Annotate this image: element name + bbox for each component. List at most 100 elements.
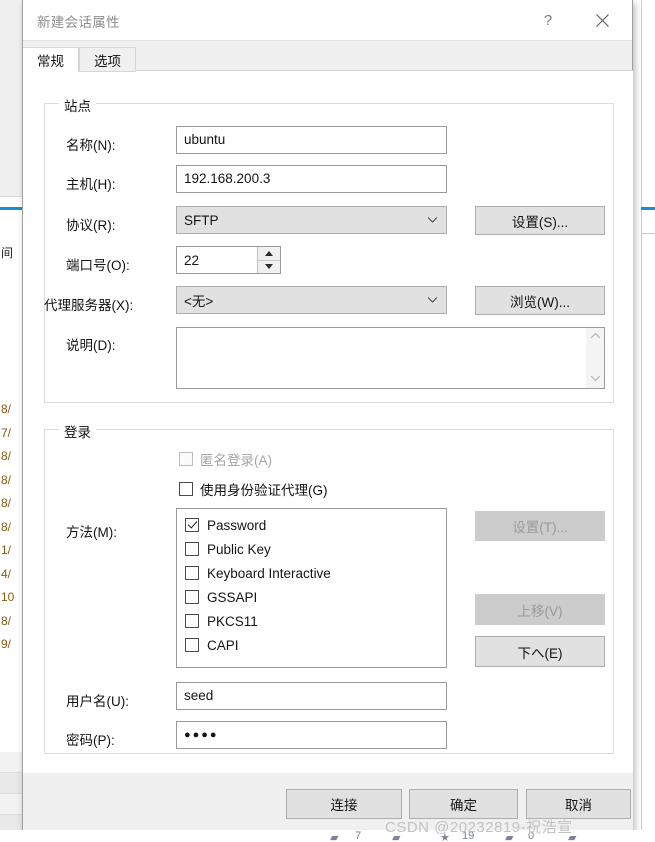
move-down-button[interactable]: 下へ(E) [475, 636, 605, 667]
login-group-title: 登录 [59, 421, 96, 441]
list-item-label: Public Key [207, 542, 271, 557]
list-item-label: GSSAPI [207, 590, 257, 605]
host-label: 主机(H): [66, 173, 116, 193]
method-settings-button[interactable]: 设置(T)... [475, 511, 605, 541]
question-mark-icon: ? [544, 12, 552, 29]
anonymous-login-checkbox[interactable]: 匿名登录(A) [179, 449, 272, 469]
proxy-value: <无> [184, 290, 213, 310]
list-item[interactable]: Public Key [177, 537, 446, 561]
thumbs-up-icon[interactable]: ▰ [330, 831, 338, 842]
description-textarea[interactable] [176, 327, 605, 389]
background-bottom-row [0, 794, 22, 815]
connect-button[interactable]: 连接 [286, 789, 402, 819]
triangle-up-icon [265, 251, 273, 256]
ok-button[interactable]: 确定 [409, 789, 518, 819]
username-label: 用户名(U): [66, 690, 129, 710]
password-label: 密码(P): [66, 729, 115, 749]
use-auth-agent-checkbox[interactable]: 使用身份验证代理(G) [179, 479, 328, 499]
checkbox-box [185, 518, 199, 532]
name-input[interactable]: ubuntu [176, 126, 447, 154]
move-up-button[interactable]: 上移(V) [475, 594, 605, 625]
proxy-combobox[interactable]: <无> [176, 286, 447, 314]
chevron-down-icon [427, 217, 438, 224]
port-value: 22 [177, 247, 257, 273]
port-label: 端口号(O): [66, 254, 130, 274]
checkbox-box [185, 542, 199, 556]
list-item-label: Keyboard Interactive [207, 566, 331, 581]
port-stepper-buttons [257, 247, 280, 273]
tab-general[interactable]: 常规 [23, 47, 79, 72]
port-decrement-button[interactable] [258, 261, 280, 274]
session-properties-dialog: 新建会话属性 ? 常规 选项 站点 [22, 0, 633, 832]
background-row: 8/ [0, 469, 20, 493]
list-item[interactable]: CAPI [177, 633, 446, 657]
background-accent-line-right [641, 207, 655, 210]
use-auth-agent-label: 使用身份验证代理(G) [200, 479, 328, 499]
cancel-button[interactable]: 取消 [526, 789, 631, 819]
protocol-label: 协议(R): [66, 214, 116, 234]
background-row: 9/ [0, 633, 20, 657]
background-accent-line-left [0, 207, 22, 210]
background-bottom-row [0, 773, 22, 794]
description-label: 说明(D): [66, 334, 116, 354]
screen-root: 间 8/ 7/ 8/ 8/ 8/ 8/ 1/ 4/ 10 8/ 9/ [0, 0, 655, 842]
list-item-label: CAPI [207, 638, 239, 653]
list-item[interactable]: GSSAPI [177, 585, 446, 609]
tab-options[interactable]: 选项 [79, 47, 136, 72]
tab-page-general: 站点 名称(N): ubuntu 主机(H): 192.168.200.3 协议… [23, 70, 633, 773]
dialog-titlebar: 新建会话属性 ? [23, 0, 632, 41]
background-row-list: 8/ 7/ 8/ 8/ 8/ 8/ 1/ 4/ 10 8/ 9/ [0, 398, 20, 657]
port-stepper[interactable]: 22 [176, 246, 281, 274]
username-input[interactable]: seed [176, 682, 447, 710]
background-row: 8/ [0, 610, 20, 634]
checkbox-box [185, 566, 199, 580]
like-count: 7 [355, 830, 361, 842]
background-row: 4/ [0, 563, 20, 587]
tab-options-label: 选项 [94, 50, 121, 70]
chevron-up-icon [590, 331, 601, 342]
background-bottom-rows [0, 752, 22, 836]
checkbox-box [185, 590, 199, 604]
list-item[interactable]: Password [177, 513, 446, 537]
background-row: 8/ [0, 492, 20, 516]
tab-general-label: 常规 [37, 50, 64, 70]
triangle-down-icon [265, 264, 273, 269]
dialog-title: 新建会话属性 [37, 11, 120, 31]
protocol-settings-button[interactable]: 设置(S)... [475, 206, 605, 235]
help-button[interactable]: ? [526, 0, 570, 40]
method-label: 方法(M): [66, 521, 117, 541]
list-item-label: PKCS11 [207, 614, 258, 629]
protocol-combobox[interactable]: SFTP [176, 206, 447, 234]
checkbox-box [185, 614, 199, 628]
list-item-label: Password [207, 518, 266, 533]
background-left-panel: 间 8/ 7/ 8/ 8/ 8/ 8/ 1/ 4/ 10 8/ 9/ [0, 0, 23, 830]
checkbox-box [185, 638, 199, 652]
background-row: 7/ [0, 422, 20, 446]
background-row: 8/ [0, 445, 20, 469]
close-icon [595, 13, 610, 28]
proxy-browse-button[interactable]: 浏览(W)... [475, 286, 605, 315]
background-row: 10 [0, 586, 20, 610]
background-row: 8/ [0, 516, 20, 540]
background-right-divider [641, 233, 655, 234]
name-label: 名称(N): [66, 134, 116, 154]
password-input[interactable]: ●●●● [176, 721, 447, 749]
chevron-down-icon [590, 374, 601, 385]
background-toolbar-strip [0, 0, 22, 197]
list-item[interactable]: PKCS11 [177, 609, 446, 633]
list-item[interactable]: Keyboard Interactive [177, 561, 446, 585]
host-input[interactable]: 192.168.200.3 [176, 165, 447, 193]
protocol-value: SFTP [184, 213, 219, 228]
site-group-title: 站点 [59, 95, 96, 115]
proxy-label: 代理服务器(X): [44, 294, 133, 314]
auth-method-listbox[interactable]: Password Public Key Keyboard Interactive… [176, 508, 447, 668]
background-row: 8/ [0, 398, 20, 422]
description-scrollbar[interactable] [586, 328, 604, 388]
description-text [177, 328, 586, 388]
close-button[interactable] [580, 0, 624, 40]
tabstrip: 常规 选项 [23, 41, 632, 72]
checkbox-box [179, 482, 193, 496]
csdn-watermark: CSDN @20232819-祝浩宣 [385, 816, 573, 837]
port-increment-button[interactable] [258, 247, 280, 261]
anonymous-login-label: 匿名登录(A) [200, 449, 272, 469]
